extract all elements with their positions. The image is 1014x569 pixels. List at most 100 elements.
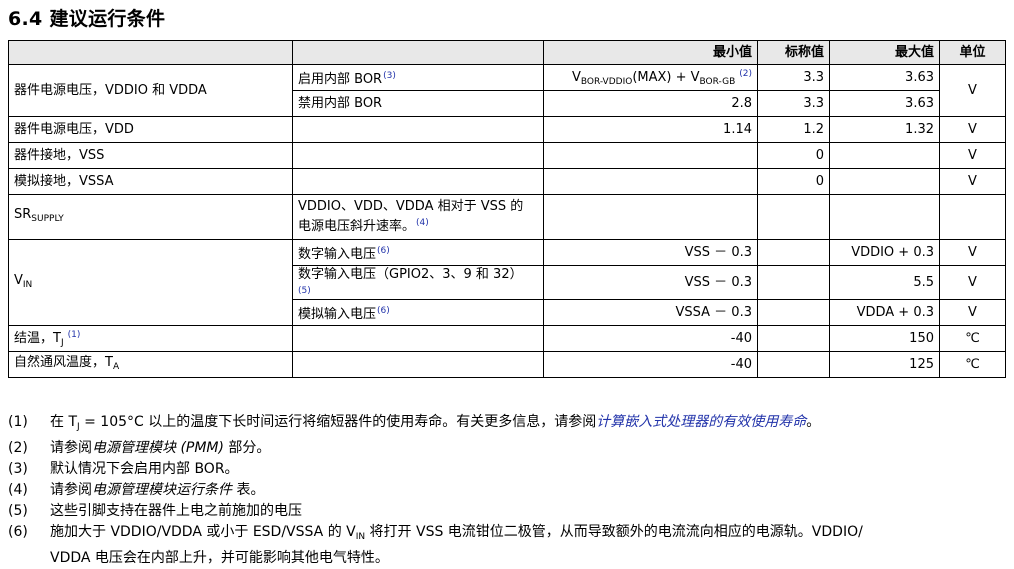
- footnote-text: 施加大于 VDDIO/VDDA 或小于 ESD/VSSA 的 V: [50, 524, 356, 540]
- max-value: 1.32: [829, 116, 940, 143]
- max-value: 3.63: [829, 90, 940, 117]
- max-empty: [829, 142, 940, 169]
- footnote-index: (5): [8, 503, 28, 519]
- min-subscript: BOR-GB: [699, 76, 736, 87]
- footnote-index: (2): [8, 440, 28, 456]
- min-value: 1.14: [543, 116, 758, 143]
- param-subscript: IN: [22, 279, 33, 290]
- min-empty: [543, 194, 758, 240]
- cond-text: 数字输入电压（GPIO2、3、9 和 32）: [298, 266, 523, 282]
- param-subscript: A: [112, 361, 120, 372]
- pmm-conditions-reference: 电源管理模块运行条件: [92, 482, 232, 498]
- footnote-1: (1) 在 TJ = 105°C 以上的温度下长时间运行将缩短器件的使用寿命。有…: [8, 412, 1008, 438]
- table-row: 器件接地，VSS 0 V: [8, 142, 1006, 169]
- operating-conditions-table: 最小值 标称值 最大值 单位 器件电源电压，VDDIO 和 VDDA 启用内部 …: [8, 40, 1006, 378]
- footnote-index: (6): [8, 524, 28, 540]
- section-title: 6.4 建议运行条件: [8, 8, 166, 30]
- param-sr-supply: SRSUPPLY: [8, 194, 293, 240]
- unit-value: V: [939, 142, 1006, 169]
- cond-analog-input: 模拟输入电压(6): [292, 299, 544, 326]
- footnote-ref[interactable]: (3): [383, 71, 396, 81]
- footnote-ref[interactable]: (1): [68, 330, 81, 340]
- unit-value: V: [939, 64, 1006, 117]
- header-blank: [8, 40, 293, 65]
- param-text: 自然通风温度，T: [14, 354, 113, 370]
- header-typ: 标称值: [757, 40, 830, 65]
- min-value: VSSA － 0.3: [543, 299, 758, 326]
- typ-empty: [757, 299, 830, 326]
- footnote-ref[interactable]: (4): [416, 218, 429, 228]
- footnote-ref[interactable]: (6): [377, 246, 390, 256]
- table-row: 器件电源电压，VDDIO 和 VDDA 启用内部 BOR(3) V BOR-VDD…: [8, 64, 1006, 117]
- unit-value: V: [939, 299, 1006, 326]
- footnote-index: (3): [8, 461, 28, 477]
- footnote-index: (1): [8, 414, 28, 430]
- min-value: 2.8: [543, 90, 758, 117]
- footnote-subscript: IN: [355, 532, 366, 542]
- header-min: 最小值: [543, 40, 758, 65]
- unit-value: ℃: [939, 351, 1006, 378]
- param-vdd: 器件电源电压，VDD: [8, 116, 293, 143]
- min-value: -40: [543, 325, 758, 352]
- cond-sr: VDDIO、VDD、VDDA 相对于 VSS 的 电源电压斜升速率。(4): [292, 194, 544, 240]
- footnotes: (1) 在 TJ = 105°C 以上的温度下长时间运行将缩短器件的使用寿命。有…: [8, 412, 1008, 569]
- footnote-text: 这些引脚支持在器件上电之前施加的电压: [50, 503, 302, 519]
- header-max: 最大值: [829, 40, 940, 65]
- unit-value: ℃: [939, 325, 1006, 352]
- footnote-5: (5) 这些引脚支持在器件上电之前施加的电压: [8, 501, 1008, 522]
- footnote-2: (2) 请参阅电源管理模块 (PMM) 部分。: [8, 438, 1008, 459]
- param-text: V: [14, 272, 23, 288]
- table-row: 结温，TJ (1) -40 150 ℃: [8, 325, 1006, 352]
- max-value: 3.63: [829, 64, 940, 91]
- footnote-text: 在 T: [50, 414, 78, 430]
- footnote-ref[interactable]: (2): [739, 69, 752, 79]
- unit-value: V: [939, 168, 1006, 195]
- cond-bor-enabled: 启用内部 BOR(3): [292, 64, 544, 91]
- table-row: 器件电源电压，VDD 1.14 1.2 1.32 V: [8, 116, 1006, 143]
- unit-value: V: [939, 239, 1006, 266]
- min-value: -40: [543, 351, 758, 378]
- unit-empty: [939, 194, 1006, 240]
- footnote-text: 。: [806, 414, 821, 430]
- max-empty: [829, 194, 940, 240]
- footnote-text: = 105°C 以上的温度下长时间运行将缩短器件的使用寿命。有关更多信息，请参阅: [79, 414, 597, 430]
- typ-empty: [757, 239, 830, 266]
- footnote-index: (4): [8, 482, 28, 498]
- typ-value: 0: [757, 168, 830, 195]
- param-text: SR: [14, 207, 32, 222]
- max-value: 150: [829, 325, 940, 352]
- typ-value: 3.3: [757, 64, 830, 91]
- max-value: VDDA + 0.3: [829, 299, 940, 326]
- table-row: 模拟接地，VSSA 0 V: [8, 168, 1006, 195]
- lifetime-link[interactable]: 计算嵌入式处理器的有效使用寿命: [596, 414, 806, 430]
- table-header-row: 最小值 标称值 最大值 单位: [8, 40, 1006, 65]
- typ-value: 3.3: [757, 90, 830, 117]
- min-subscript: BOR-VDDIO: [580, 76, 633, 87]
- min-empty: [543, 168, 758, 195]
- param-subscript: SUPPLY: [31, 214, 64, 224]
- footnote-ref[interactable]: (5): [298, 283, 538, 299]
- footnote-4: (4) 请参阅电源管理模块运行条件 表。: [8, 480, 1008, 501]
- footnote-text: 将打开 VSS 电流钳位二极管，从而导致额外的电流流向相应的电源轨。VDDIO/: [365, 524, 863, 540]
- param-vddio: 器件电源电压，VDDIO 和 VDDA: [8, 64, 293, 117]
- unit-value: V: [939, 116, 1006, 143]
- header-unit: 单位: [939, 40, 1006, 65]
- max-value: 5.5: [829, 265, 940, 300]
- typ-value: 1.2: [757, 116, 830, 143]
- cond-empty: [292, 325, 544, 352]
- cond-bor-disabled: 禁用内部 BOR: [292, 90, 544, 117]
- max-value: 125: [829, 351, 940, 378]
- cond-gpio-input: 数字输入电压（GPIO2、3、9 和 32） (5): [292, 265, 544, 300]
- param-subscript: J: [60, 337, 64, 348]
- footnote-ref[interactable]: (6): [377, 306, 390, 316]
- cond-line: 电源电压斜升速率。: [298, 219, 416, 234]
- max-empty: [829, 168, 940, 195]
- param-vssa: 模拟接地，VSSA: [8, 168, 293, 195]
- typ-empty: [757, 325, 830, 352]
- min-text: (MAX) + V: [632, 69, 700, 85]
- unit-value: V: [939, 265, 1006, 300]
- cond-empty: [292, 168, 544, 195]
- param-vss: 器件接地，VSS: [8, 142, 293, 169]
- typ-empty: [757, 194, 830, 240]
- pmm-reference: 电源管理模块 (PMM): [92, 440, 224, 456]
